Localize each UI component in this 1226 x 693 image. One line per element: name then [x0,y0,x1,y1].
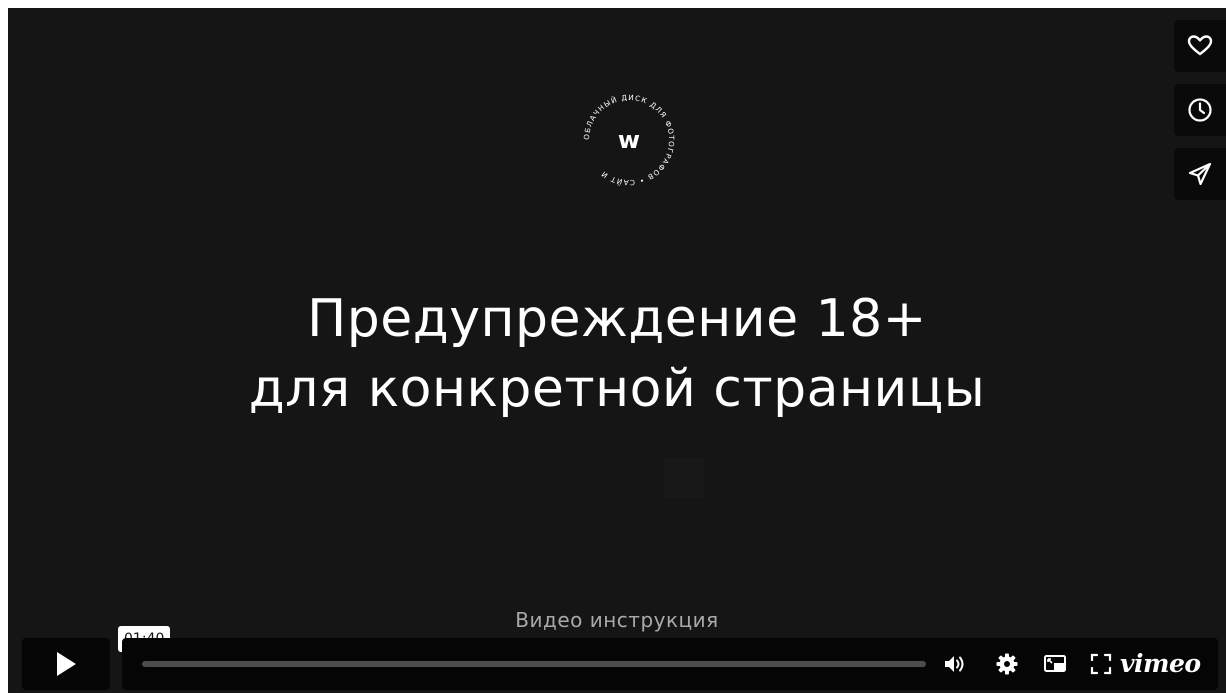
watch-later-button[interactable] [1174,84,1226,136]
overlay-square [664,458,704,498]
settings-icon [996,653,1018,675]
title-line-2: для конкретной страницы [248,359,986,419]
pip-icon [1044,655,1066,672]
like-button[interactable] [1174,20,1226,72]
share-button[interactable] [1174,148,1226,200]
video-caption: Видео инструкция [515,608,719,632]
play-button[interactable] [22,638,110,690]
pip-button[interactable] [1042,651,1068,677]
settings-button[interactable] [994,651,1020,677]
volume-button[interactable] [942,651,968,677]
control-bar: vimeo [122,638,1218,690]
progress-bar[interactable] [142,661,926,667]
send-icon [1188,162,1212,186]
heart-icon [1187,35,1213,56]
clock-icon [1188,98,1212,122]
player-controls: vimeo [22,638,1218,690]
video-player[interactable]: ОБЛАЧНЫЙ ДИСК ДЛЯ ФОТОГРАФОВ • САЙТ И w … [8,8,1226,693]
fullscreen-icon [1090,653,1112,675]
video-title: Предупреждение 18+ для конкретной страни… [8,284,1226,424]
logo-badge-icon: ОБЛАЧНЫЙ ДИСК ДЛЯ ФОТОГРАФОВ • САЙТ И w [582,93,675,187]
volume-icon [945,656,964,672]
vimeo-logo[interactable]: vimeo [1120,649,1201,679]
title-line-1: Предупреждение 18+ [307,289,927,349]
fullscreen-button[interactable] [1088,651,1114,677]
wfolio-logo: ОБЛАЧНЫЙ ДИСК ДЛЯ ФОТОГРАФОВ • САЙТ И w [571,82,687,198]
play-icon [57,652,76,676]
logo-letter: w [618,126,640,154]
